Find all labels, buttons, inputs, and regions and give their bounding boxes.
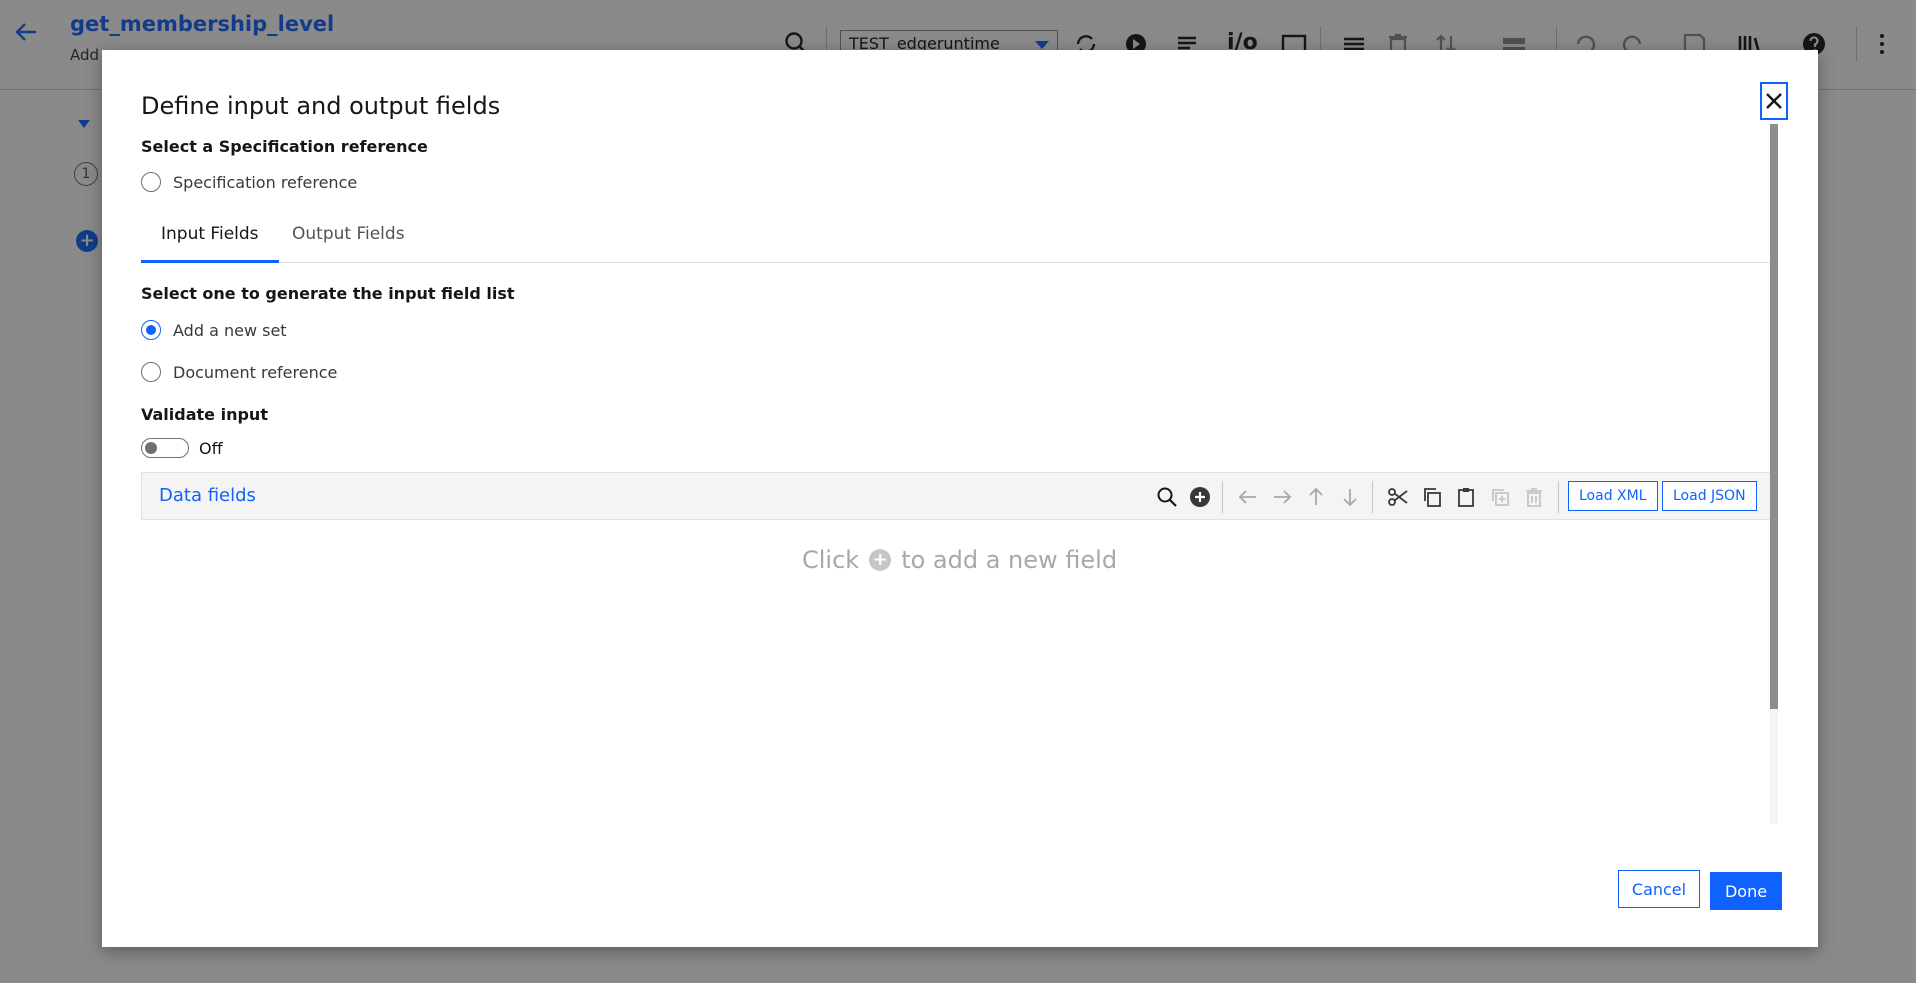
- radio-button-checked[interactable]: [141, 320, 161, 340]
- empty-fields-hint: Click + to add a new field: [802, 546, 1117, 574]
- add-new-set-label: Add a new set: [173, 320, 287, 340]
- validate-toggle[interactable]: [141, 438, 189, 458]
- scrollbar-thumb[interactable]: [1770, 124, 1778, 709]
- data-fields-title: Data fields: [159, 485, 256, 506]
- arrow-left-icon[interactable]: [1236, 485, 1260, 509]
- data-fields-toolbar: Data fields Load XML Load JSON: [141, 472, 1773, 520]
- document-reference-radio[interactable]: Document reference: [141, 362, 337, 382]
- spec-reference-label: Specification reference: [173, 172, 358, 192]
- field-tabs: Input Fields Output Fields: [141, 210, 1773, 263]
- arrow-right-icon[interactable]: [1270, 485, 1294, 509]
- cut-icon[interactable]: [1386, 485, 1410, 509]
- radio-button[interactable]: [141, 172, 161, 192]
- load-json-button[interactable]: Load JSON: [1662, 481, 1757, 511]
- document-reference-label: Document reference: [173, 362, 338, 382]
- search-icon[interactable]: [1155, 485, 1179, 509]
- validate-input-label: Validate input: [141, 405, 268, 424]
- spec-section-label: Select a Specification reference: [141, 137, 428, 156]
- spec-reference-radio[interactable]: Specification reference: [141, 172, 357, 192]
- empty-hint-suffix: to add a new field: [901, 546, 1118, 574]
- paste-icon[interactable]: [1454, 485, 1478, 509]
- validate-toggle-state: Off: [199, 438, 223, 458]
- arrow-down-icon[interactable]: [1338, 485, 1362, 509]
- tab-input-fields[interactable]: Input Fields: [141, 210, 279, 263]
- define-fields-modal: Define input and output fields Select a …: [102, 50, 1818, 947]
- cancel-button[interactable]: Cancel: [1618, 870, 1700, 908]
- arrow-up-icon[interactable]: [1304, 485, 1328, 509]
- add-circle-icon[interactable]: [1188, 485, 1212, 509]
- modal-scrollbar[interactable]: [1770, 124, 1778, 824]
- toolbar-divider: [1222, 481, 1223, 513]
- done-button[interactable]: Done: [1710, 872, 1782, 910]
- add-circle-icon: +: [869, 549, 892, 571]
- modal-title: Define input and output fields: [141, 92, 501, 120]
- load-xml-button[interactable]: Load XML: [1568, 481, 1658, 511]
- toolbar-divider: [1372, 481, 1373, 513]
- delete-icon[interactable]: [1522, 485, 1546, 509]
- tab-output-fields[interactable]: Output Fields: [272, 210, 425, 263]
- validate-toggle-row: Off: [141, 438, 223, 458]
- duplicate-icon[interactable]: [1488, 485, 1512, 509]
- generate-section-label: Select one to generate the input field l…: [141, 284, 515, 303]
- toolbar-divider: [1558, 481, 1559, 513]
- empty-hint-prefix: Click: [802, 546, 860, 574]
- copy-icon[interactable]: [1420, 485, 1444, 509]
- close-icon: [1766, 93, 1782, 109]
- close-button[interactable]: [1760, 82, 1788, 120]
- radio-button[interactable]: [141, 362, 161, 382]
- add-new-set-radio[interactable]: Add a new set: [141, 320, 287, 340]
